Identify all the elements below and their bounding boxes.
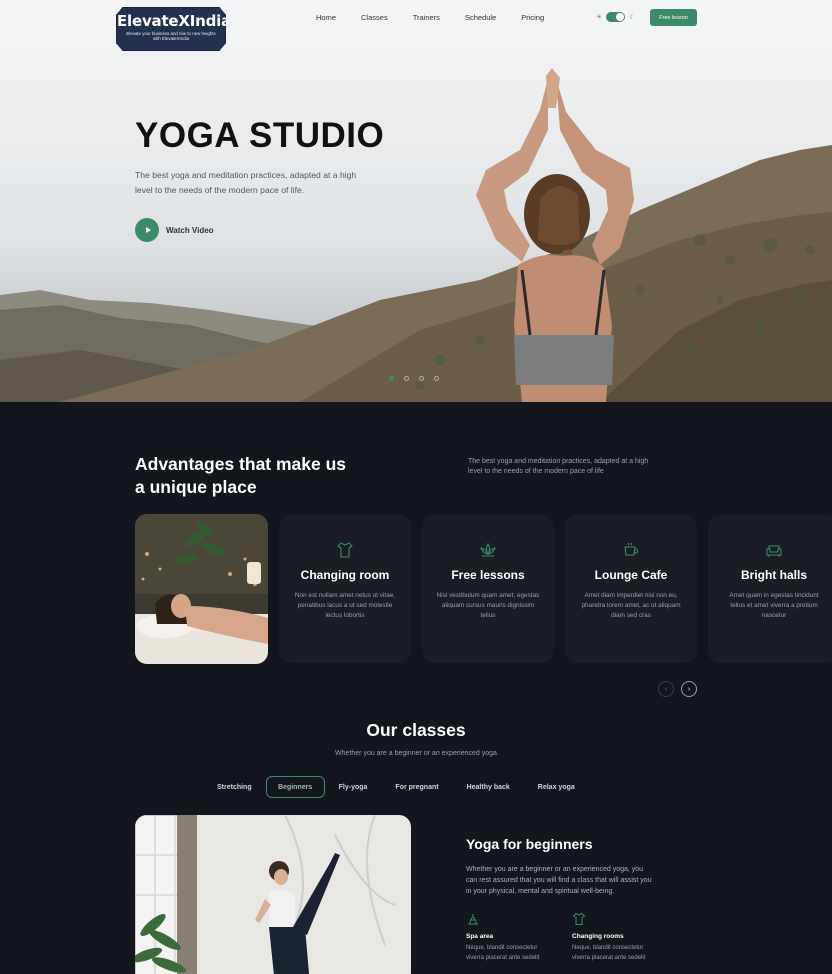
play-icon[interactable] — [135, 218, 159, 242]
cup-icon — [624, 542, 639, 556]
advantages-title: Advantages that make us a unique place — [135, 454, 347, 497]
card-title: Changing room — [300, 568, 390, 582]
slider-dot[interactable] — [419, 376, 424, 381]
card-text: Amet quam in egestas tincidunt tellus et… — [729, 592, 819, 619]
sofa-icon — [766, 545, 782, 557]
hero-subtitle: The best yoga and meditation practices, … — [135, 170, 357, 195]
tab-for-pregnant[interactable]: For pregnant — [381, 776, 452, 798]
shirt-icon — [337, 542, 353, 558]
nav-item-pricing[interactable]: Pricing — [521, 13, 544, 22]
main-nav: Home Classes Trainers Schedule Pricing — [316, 13, 569, 22]
tab-fly-yoga[interactable]: Fly-yoga — [325, 776, 382, 798]
card-text: Non est nullam amet netus ut vitae, pena… — [294, 592, 396, 619]
slider-dot[interactable] — [404, 376, 409, 381]
slider-dot[interactable] — [389, 376, 394, 381]
sun-icon: ☀ — [596, 14, 603, 21]
advantage-card: Lounge Cafe Amet diam imperdiet nisi non… — [565, 515, 697, 663]
advantage-card: Bright halls Amet quam in egestas tincid… — [708, 515, 832, 663]
nav-item-home[interactable]: Home — [316, 13, 336, 22]
tab-beginners[interactable]: Beginners — [265, 776, 325, 798]
classes-subtitle: Whether you are a beginner or an experie… — [335, 750, 497, 757]
watch-video-link[interactable]: Watch Video — [166, 226, 214, 235]
slider-dot[interactable] — [434, 376, 439, 381]
feature-title: Changing rooms — [572, 933, 624, 940]
tab-stretching[interactable]: Stretching — [203, 776, 266, 798]
moon-icon: ☾ — [629, 14, 636, 21]
hero-background-image — [0, 68, 832, 402]
brand-name: ElevateXIndia — [117, 12, 232, 30]
brand-logo[interactable]: ElevateXIndia Elevate your business and … — [116, 7, 226, 51]
card-title: Lounge Cafe — [594, 568, 668, 582]
hero-section: ElevateXIndia Elevate your business and … — [0, 0, 832, 402]
shirt-icon — [572, 912, 586, 925]
chevron-left-icon: ‹ — [664, 685, 668, 693]
brand-tagline: Elevate your business and rise to new he… — [126, 31, 216, 41]
card-text: Nisi vestibulum quam amet, egestas aliqu… — [436, 592, 540, 619]
carousel-next-button[interactable]: › — [681, 681, 697, 697]
advantages-description: The best yoga and meditation practices, … — [468, 458, 649, 475]
advantage-card: Free lessons Nisi vestibulum quam amet, … — [422, 515, 554, 663]
advantage-card: Changing room Non est nullam amet netus … — [279, 515, 411, 663]
free-lesson-button[interactable]: Free lesson — [650, 9, 697, 26]
spa-photo — [135, 514, 268, 664]
class-detail-text: Whether you are a beginner or an experie… — [466, 866, 652, 895]
feature-item: Changing rooms Neque, blandit consectetu… — [572, 912, 662, 963]
feature-text: Neque, blandit consectetur viverra place… — [466, 945, 540, 961]
card-text: Amet diam imperdiet nisi non eu, pharetr… — [581, 592, 681, 619]
tab-healthy-back[interactable]: Healthy back — [453, 776, 524, 798]
nav-item-trainers[interactable]: Trainers — [413, 13, 440, 22]
theme-toggle-group: ☀ ☾ — [596, 12, 636, 22]
card-title: Bright halls — [740, 568, 807, 582]
nav-item-classes[interactable]: Classes — [361, 13, 388, 22]
classes-title: Our classes — [366, 720, 466, 740]
slider-dots — [389, 376, 439, 381]
spa-icon — [468, 914, 478, 925]
carousel-prev-button[interactable]: ‹ — [658, 681, 674, 697]
feature-item: Spa area Neque, blandit consectetur vive… — [466, 912, 556, 963]
theme-toggle[interactable] — [606, 12, 626, 22]
chevron-right-icon: › — [687, 685, 691, 693]
tab-relax-yoga[interactable]: Relax yoga — [524, 776, 589, 798]
hero-title: YOGA STUDIO — [135, 116, 385, 155]
card-title: Free lessons — [451, 568, 525, 582]
feature-text: Neque, blandit consectetur viverra place… — [572, 945, 646, 961]
class-detail-title: Yoga for beginners — [466, 836, 593, 852]
class-tabs: Stretching Beginners Fly-yoga For pregna… — [203, 776, 589, 798]
class-photo — [135, 815, 411, 974]
feature-title: Spa area — [466, 933, 494, 940]
lotus-icon — [480, 542, 496, 557]
nav-item-schedule[interactable]: Schedule — [465, 13, 496, 22]
